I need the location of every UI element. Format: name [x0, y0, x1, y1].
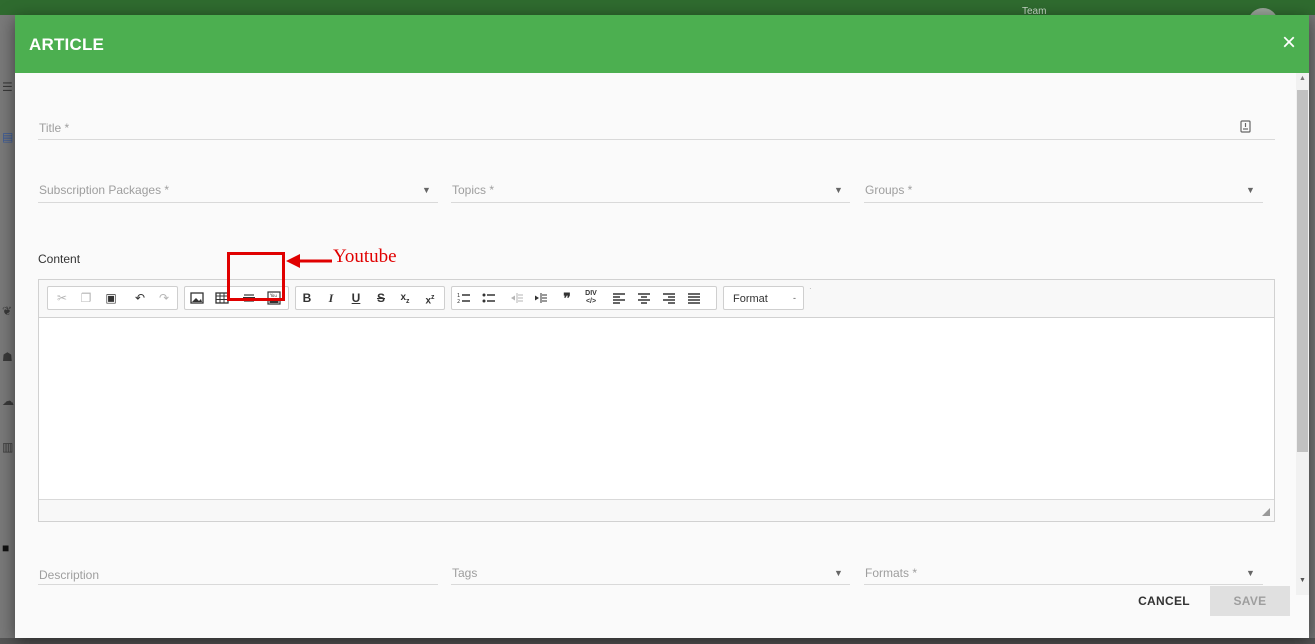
- subscription-placeholder: Subscription Packages *: [39, 183, 170, 197]
- dialog-title: ARTICLE: [29, 35, 105, 54]
- save-button[interactable]: SAVE: [1210, 586, 1290, 616]
- cloud-icon: ☁: [2, 394, 14, 408]
- chevron-down-icon: ▼: [422, 185, 431, 195]
- redo-icon[interactable]: ↷: [155, 290, 173, 306]
- scrollbar-thumb[interactable]: [1297, 90, 1308, 452]
- background-sidebar: ☰ ▤ ❦ ☗ ☁ ▥ ■: [0, 15, 15, 644]
- formats-placeholder: Formats *: [865, 566, 918, 580]
- bold-icon[interactable]: B: [298, 290, 316, 306]
- background-topbar: Team: [0, 0, 1315, 17]
- chevron-down-icon: ▼: [1246, 568, 1255, 578]
- leaf-icon: ❦: [2, 304, 13, 318]
- cut-icon[interactable]: ✂: [53, 290, 71, 306]
- topics-select[interactable]: Topics * ▼: [451, 175, 850, 203]
- svg-text:2: 2: [457, 299, 460, 304]
- outdent-icon[interactable]: [508, 290, 526, 306]
- paste-icon[interactable]: ▣: [102, 290, 120, 306]
- subscript-icon[interactable]: xz: [396, 290, 414, 306]
- subscription-packages-select[interactable]: Subscription Packages * ▼: [38, 175, 438, 203]
- bulleted-list-icon[interactable]: [480, 290, 498, 306]
- formats-select[interactable]: Formats * ▼: [864, 561, 1263, 585]
- content-label: Content: [38, 252, 81, 266]
- background-bottom-edge: [0, 638, 1315, 644]
- editor-content-area[interactable]: [39, 319, 1274, 499]
- format-label: Format: [733, 293, 768, 305]
- title-field[interactable]: Title *: [38, 113, 1275, 140]
- strike-icon[interactable]: S: [372, 290, 390, 306]
- note-icon: [1240, 120, 1251, 133]
- topics-placeholder: Topics *: [452, 183, 495, 197]
- close-icon[interactable]: ×: [1277, 31, 1301, 55]
- editor-toolbar: ✂ ❐ ▣ ↶ ↷ You B I U S xz xz 1 2 ❞ DIV </…: [39, 280, 1274, 318]
- scroll-down-arrow-icon[interactable]: ▼: [1296, 577, 1309, 587]
- tags-placeholder: Tags: [452, 566, 478, 580]
- background-right-edge: [1309, 15, 1315, 644]
- article-dialog: ARTICLE × ▲ ▼ Title * Subscription Packa…: [15, 15, 1309, 638]
- tags-select[interactable]: Tags ▼: [451, 561, 850, 585]
- numbered-list-icon[interactable]: 12: [455, 290, 473, 306]
- blockquote-icon[interactable]: ❞: [558, 290, 576, 306]
- library-icon: ▥: [2, 440, 14, 454]
- chevron-down-icon: ▼: [834, 185, 843, 195]
- description-placeholder: Description: [39, 568, 100, 582]
- indent-icon[interactable]: [532, 290, 550, 306]
- toolbar-group-clipboard: ✂ ❐ ▣ ↶ ↷: [47, 286, 178, 310]
- toolbar-group-paragraph: 12 ❞ DIV </>: [451, 286, 717, 310]
- superscript-icon[interactable]: xz: [421, 290, 439, 306]
- align-center-icon[interactable]: [635, 290, 653, 306]
- app-icon: ■: [2, 541, 10, 555]
- youtube-annotation-label: Youtube: [333, 246, 397, 267]
- align-left-icon[interactable]: [610, 290, 628, 306]
- dashboard-icon: ▤: [2, 130, 14, 144]
- cancel-button[interactable]: CANCEL: [1126, 586, 1202, 616]
- toolbar-group-basicstyles: B I U S xz xz: [295, 286, 445, 310]
- format-arrow-icon: -: [793, 293, 796, 303]
- copy-icon[interactable]: ❐: [77, 290, 95, 306]
- image-icon[interactable]: [188, 290, 206, 306]
- div-icon[interactable]: DIV </>: [582, 290, 600, 306]
- groups-select[interactable]: Groups * ▼: [864, 175, 1263, 203]
- undo-icon[interactable]: ↶: [131, 290, 149, 306]
- underline-icon[interactable]: U: [347, 290, 365, 306]
- chevron-down-icon: ▼: [1246, 185, 1255, 195]
- youtube-highlight-box: [227, 252, 285, 301]
- menu-icon: ☰: [2, 80, 13, 94]
- resize-handle-icon[interactable]: [1262, 508, 1270, 516]
- scroll-up-arrow-icon[interactable]: ▲: [1296, 75, 1309, 85]
- justify-icon[interactable]: [685, 290, 703, 306]
- dialog-header: ARTICLE ×: [15, 15, 1309, 73]
- dialog-scrollbar[interactable]: ▲ ▼: [1296, 73, 1309, 595]
- italic-icon[interactable]: I: [322, 290, 340, 306]
- editor-footer: [39, 499, 1274, 521]
- description-field[interactable]: Description: [38, 561, 438, 585]
- content-editor: ✂ ❐ ▣ ↶ ↷ You B I U S xz xz 1 2 ❞ DIV </…: [38, 279, 1275, 522]
- align-right-icon[interactable]: [660, 290, 678, 306]
- title-placeholder: Title *: [39, 121, 70, 135]
- chevron-down-icon: ▼: [834, 568, 843, 578]
- format-dropdown[interactable]: Format -: [723, 286, 804, 310]
- toolbar-end-marker: ·: [809, 284, 812, 293]
- users-icon: ☗: [2, 350, 13, 364]
- groups-placeholder: Groups *: [865, 183, 913, 197]
